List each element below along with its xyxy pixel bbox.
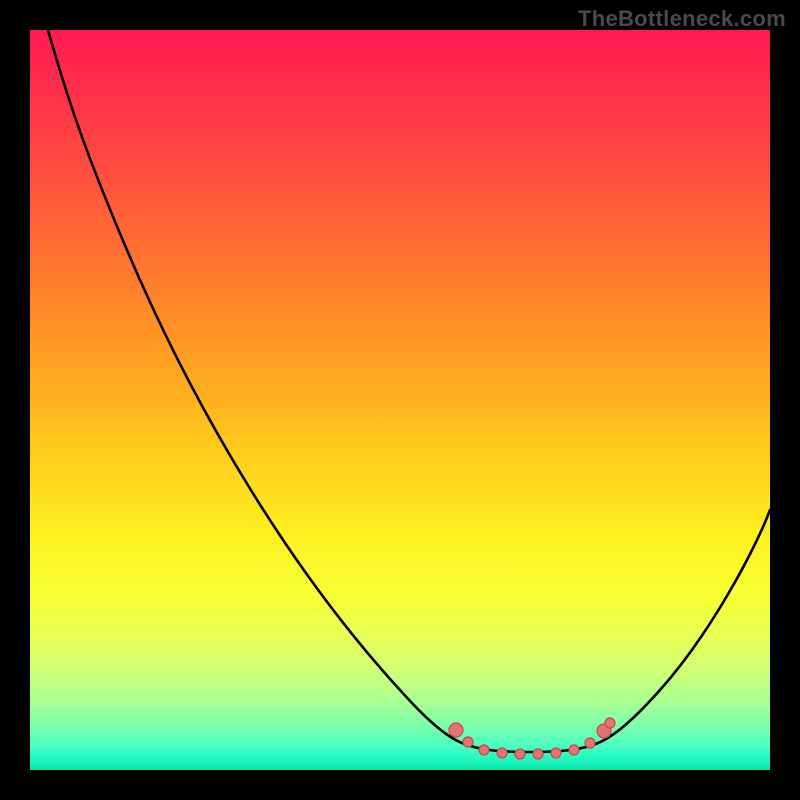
marker-dot — [449, 723, 463, 737]
marker-dot — [605, 718, 615, 728]
plot-area — [30, 30, 770, 770]
bottleneck-curve — [48, 30, 770, 752]
marker-dot — [569, 745, 579, 755]
marker-dot — [497, 748, 507, 758]
curve-overlay — [30, 30, 770, 770]
chart-frame: TheBottleneck.com — [0, 0, 800, 800]
marker-dot — [533, 749, 543, 759]
marker-dot — [585, 738, 595, 748]
watermark-text: TheBottleneck.com — [578, 6, 786, 32]
marker-dot — [463, 737, 473, 747]
marker-dot — [551, 748, 561, 758]
marker-dot — [515, 749, 525, 759]
marker-dot — [479, 745, 489, 755]
